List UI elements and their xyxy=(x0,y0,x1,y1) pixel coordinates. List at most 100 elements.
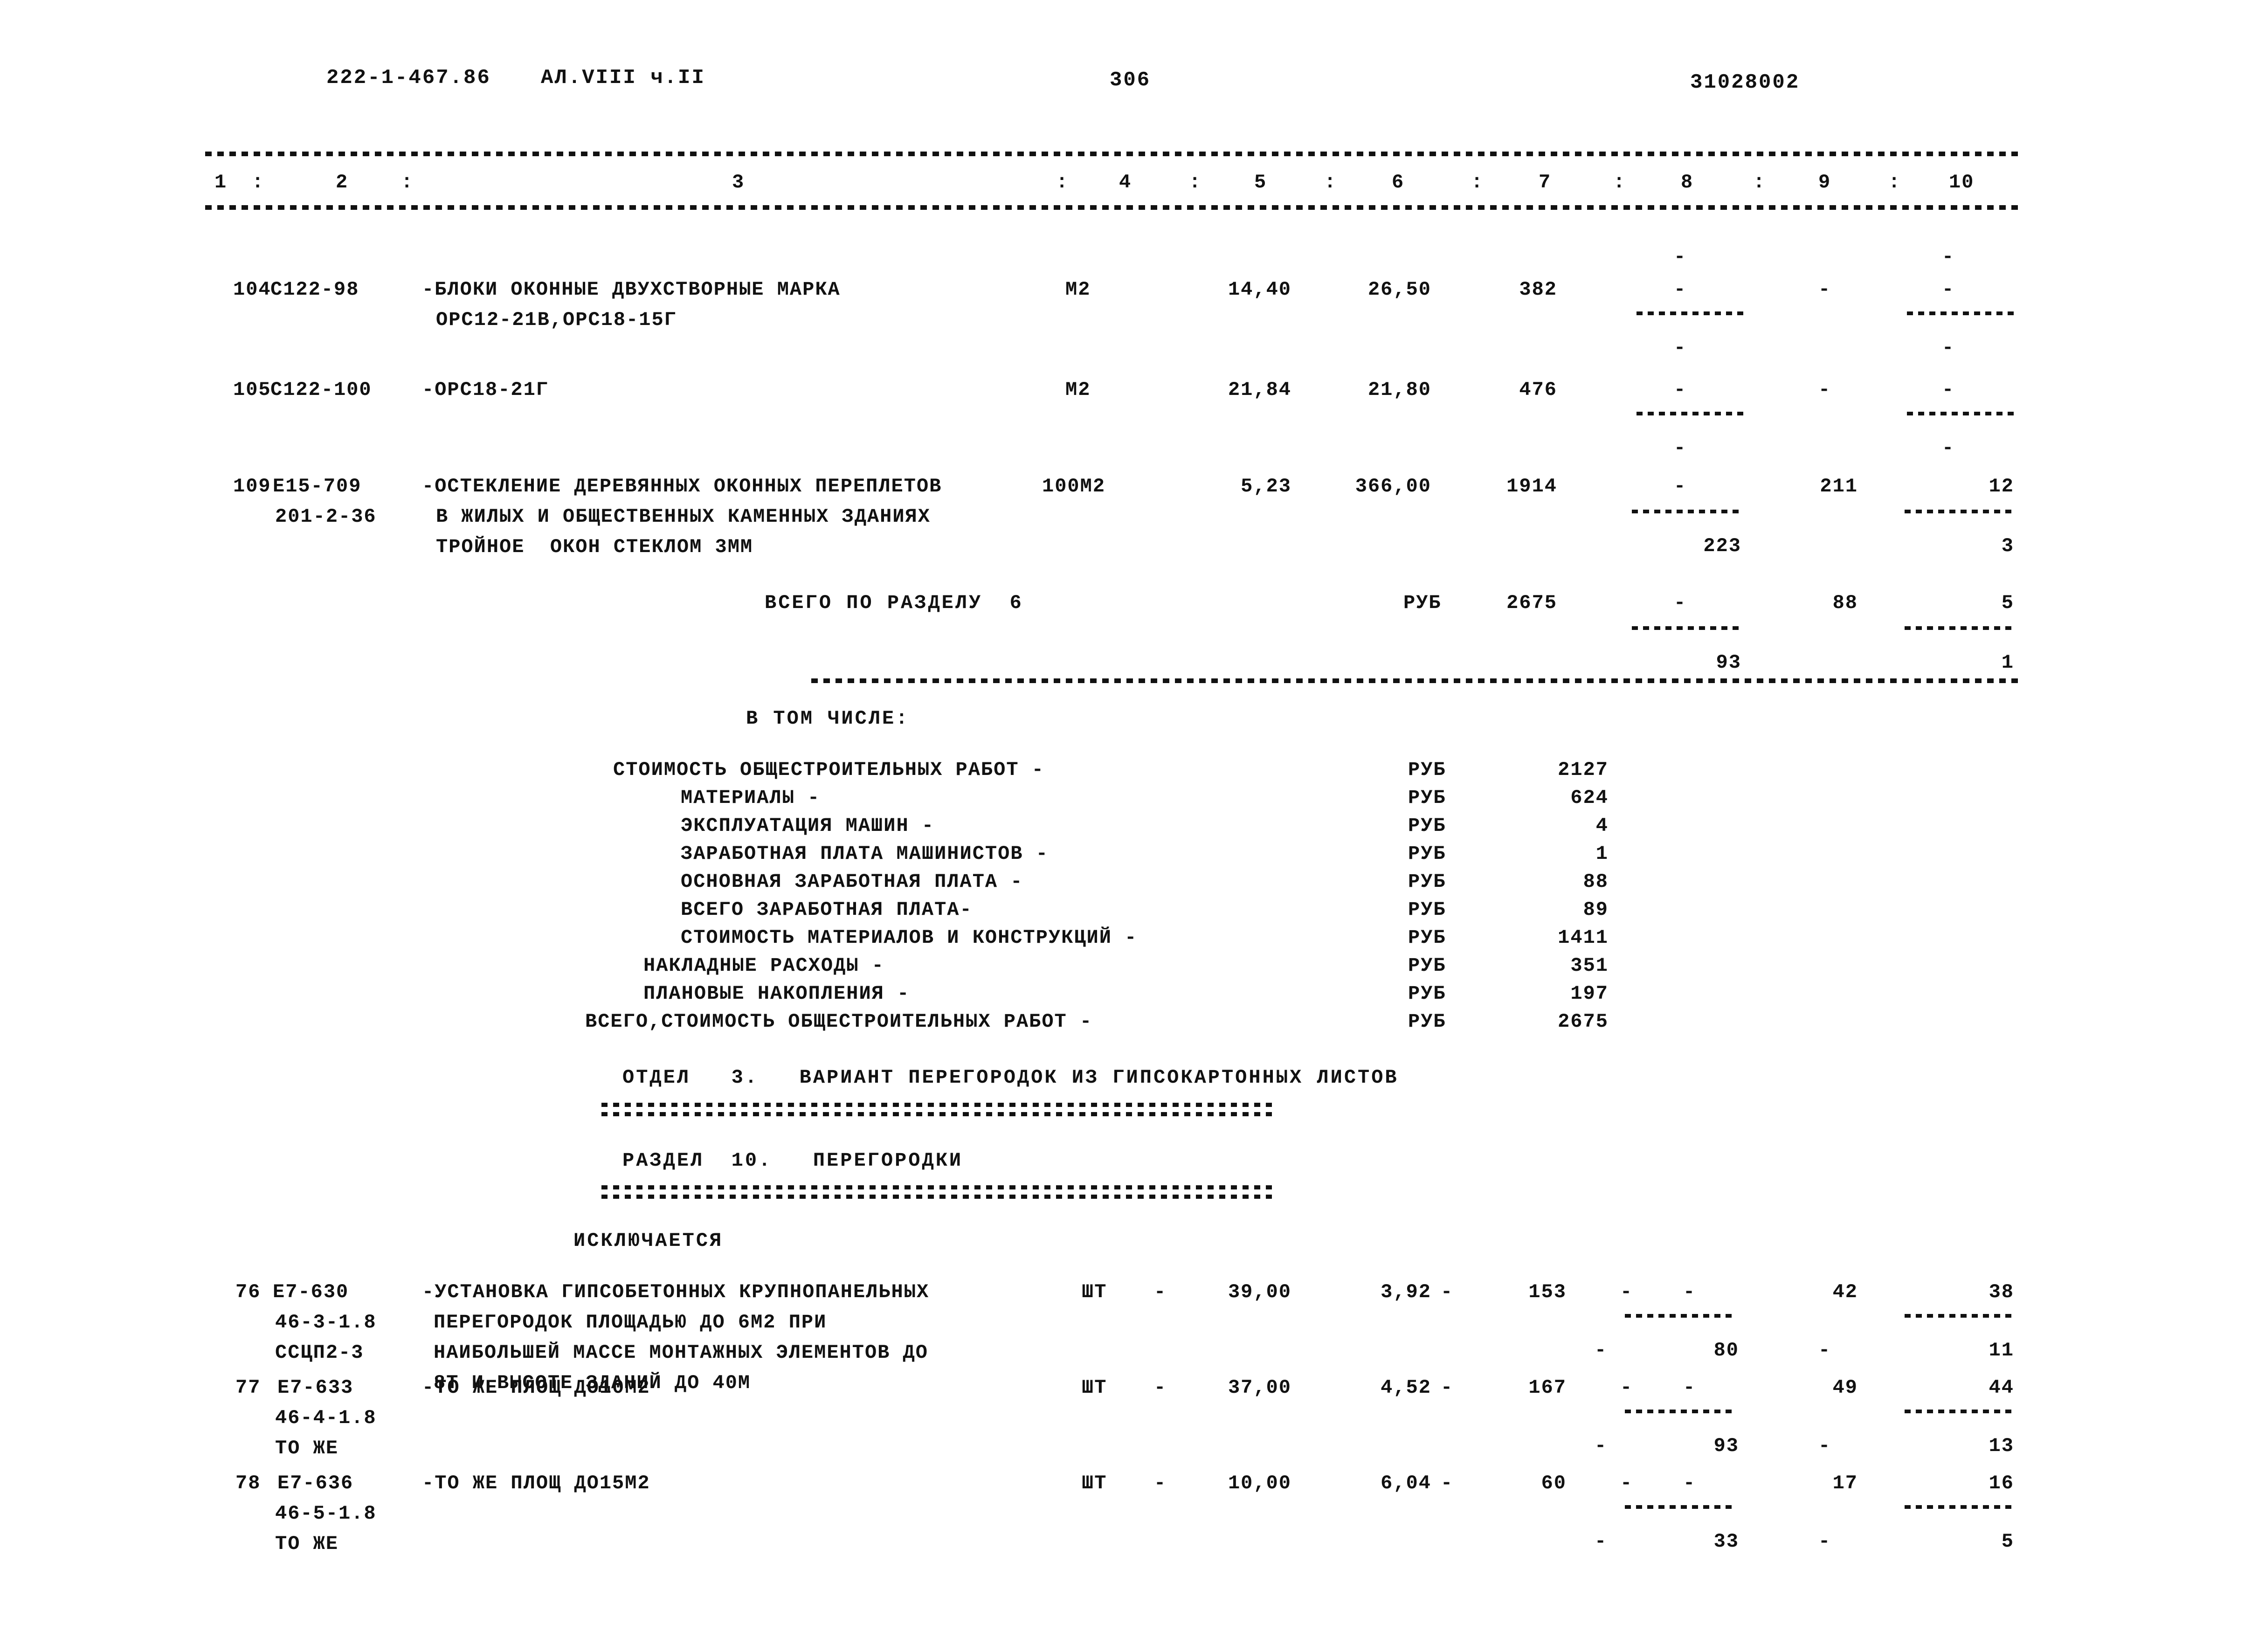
row-col4: - xyxy=(1154,1376,1166,1399)
row-col7: 167 xyxy=(1528,1376,1567,1399)
section-total-col8-bottom: 93 xyxy=(1716,651,1741,674)
row-col10-rule xyxy=(1905,510,2014,513)
row-col10-top: 12 xyxy=(1989,475,2014,498)
row-col6: 21,80 xyxy=(1367,379,1431,401)
table-header-bottom-rule xyxy=(205,205,2023,210)
row-col8-top: - xyxy=(1674,379,1686,401)
row-col9: 211 xyxy=(1820,475,1858,498)
breakdown-value: 1411 xyxy=(1558,926,1609,949)
column-separator: : xyxy=(1471,171,1484,194)
row-description-line: НАИБОЛЬШЕЙ МАССЕ МОНТАЖНЫХ ЭЛЕМЕНТОВ ДО xyxy=(434,1341,928,1364)
column-separator: : xyxy=(1056,171,1069,194)
row-description-line: -ТО ЖЕ ПЛОЩ ДО15М2 xyxy=(422,1472,650,1494)
row-col6-dash: - xyxy=(1441,1472,1453,1494)
row-col10-top: 44 xyxy=(1989,1376,2014,1399)
row-col7: 382 xyxy=(1519,278,1557,301)
breakdown-label: СТОИМОСТЬ МАТЕРИАЛОВ И КОНСТРУКЦИЙ - xyxy=(681,926,1138,949)
document-page: 222-1-467.86 АЛ.VIII ч.II 306 31028002 1… xyxy=(0,0,2258,1652)
row-number: 77 xyxy=(235,1376,261,1399)
breakdown-unit: РУБ xyxy=(1408,1010,1446,1033)
column-separator: : xyxy=(1613,171,1626,194)
row-number: 109 xyxy=(233,475,271,498)
row-subcode: ССЦП2-3 xyxy=(275,1341,364,1364)
row-col5: 39,00 xyxy=(1228,1281,1291,1303)
razdel-heading: РАЗДЕЛ 10. ПЕРЕГОРОДКИ xyxy=(622,1149,963,1172)
row-col10-top: 38 xyxy=(1989,1281,2014,1303)
breakdown-unit: РУБ xyxy=(1408,843,1446,865)
row-unit: ШТ xyxy=(1082,1281,1107,1303)
row-col8-rule xyxy=(1625,1410,1737,1413)
breakdown-label: ВСЕГО ЗАРАБОТНАЯ ПЛАТА- xyxy=(681,899,973,921)
razdel-heading-rule xyxy=(601,1195,1277,1199)
column-header-3: 3 xyxy=(732,171,745,194)
row-col8b-top: - xyxy=(1683,1472,1695,1494)
row-code: Е7-633 xyxy=(277,1376,354,1399)
breakdown-value: 4 xyxy=(1595,815,1609,837)
row-col9: - xyxy=(1818,278,1830,301)
breakdown-unit: РУБ xyxy=(1408,982,1446,1005)
row-col10-above: - xyxy=(1942,246,1954,268)
breakdown-value: 351 xyxy=(1570,954,1609,977)
otdel-heading: ОТДЕЛ 3. ВАРИАНТ ПЕРЕГОРОДОК ИЗ ГИПСОКАР… xyxy=(622,1066,1399,1089)
row-number: 76 xyxy=(235,1281,261,1303)
row-col10-bottom: - xyxy=(1942,437,1954,459)
row-col10-bottom: 5 xyxy=(2001,1530,2014,1553)
row-col9-bottom: - xyxy=(1818,1530,1830,1553)
row-col8-top: - xyxy=(1620,1472,1632,1494)
section-total-col10-top: 5 xyxy=(2001,592,2014,614)
row-col8-bottom: 33 xyxy=(1713,1530,1739,1553)
row-col7: 153 xyxy=(1528,1281,1567,1303)
row-col7: 476 xyxy=(1519,379,1557,401)
breakdown-label: ЗАРАБОТНАЯ ПЛАТА МАШИНИСТОВ - xyxy=(681,843,1049,865)
breakdown-unit: РУБ xyxy=(1408,759,1446,781)
section-total-unit: РУБ xyxy=(1403,592,1442,614)
excluded-label: ИСКЛЮЧАЕТСЯ xyxy=(573,1230,724,1252)
row-unit: М2 xyxy=(1065,379,1091,401)
section-total-col9: 88 xyxy=(1832,592,1858,614)
breakdown-value: 624 xyxy=(1570,787,1609,809)
row-col8-top: - xyxy=(1674,475,1686,498)
row-col9: 17 xyxy=(1832,1472,1858,1494)
column-header-6: 6 xyxy=(1392,171,1405,194)
row-number: 78 xyxy=(235,1472,261,1494)
album-code: АЛ.VIII ч.II xyxy=(541,66,705,90)
section-total-col8-top: - xyxy=(1674,592,1686,614)
row-col8-bottom: 93 xyxy=(1713,1435,1739,1457)
column-header-2: 2 xyxy=(336,171,349,194)
row-col6: 4,52 xyxy=(1381,1376,1431,1399)
breakdown-label: СТОИМОСТЬ ОБЩЕСТРОИТЕЛЬНЫХ РАБОТ - xyxy=(613,759,1044,781)
row-col8-bottom: 80 xyxy=(1713,1339,1739,1362)
breakdown-title: В ТОМ ЧИСЛЕ: xyxy=(746,707,910,730)
breakdown-unit: РУБ xyxy=(1408,899,1446,921)
row-subcode: 201-2-36 xyxy=(275,505,377,528)
row-col10-rule xyxy=(1905,1505,2014,1509)
row-subcode: 46-4-1.8 xyxy=(275,1407,377,1429)
row-col7: 1914 xyxy=(1506,475,1557,498)
row-col6-dash: - xyxy=(1441,1376,1453,1399)
section-total-col10-rule xyxy=(1905,626,2014,630)
column-header-8: 8 xyxy=(1681,171,1694,194)
row-col9: 49 xyxy=(1832,1376,1858,1399)
column-header-10: 10 xyxy=(1949,171,1975,194)
row-col10-rule xyxy=(1907,311,2014,315)
column-separator: : xyxy=(1324,171,1337,194)
breakdown-unit: РУБ xyxy=(1408,954,1446,977)
row-col10-bottom: - xyxy=(1942,337,1954,359)
row-col9: - xyxy=(1818,379,1830,401)
row-col8-rule xyxy=(1632,510,1744,513)
row-col5: 14,40 xyxy=(1228,278,1291,301)
row-col10-bottom: 3 xyxy=(2001,535,2014,557)
row-code: С122-98 xyxy=(270,278,359,301)
row-subcode: ТО ЖЕ xyxy=(275,1437,339,1459)
breakdown-label: ПЛАНОВЫЕ НАКОПЛЕНИЯ - xyxy=(643,982,910,1005)
breakdown-unit: РУБ xyxy=(1408,815,1446,837)
row-col6: 6,04 xyxy=(1381,1472,1431,1494)
row-col10-top: - xyxy=(1942,379,1954,401)
row-col6: 3,92 xyxy=(1381,1281,1431,1303)
column-separator: : xyxy=(1753,171,1766,194)
breakdown-value: 197 xyxy=(1570,982,1609,1005)
row-col8-top: - xyxy=(1674,278,1686,301)
row-col10-bottom: 11 xyxy=(1989,1339,2014,1362)
column-header-1: 1 xyxy=(214,171,228,194)
row-subcode: 46-3-1.8 xyxy=(275,1311,377,1334)
